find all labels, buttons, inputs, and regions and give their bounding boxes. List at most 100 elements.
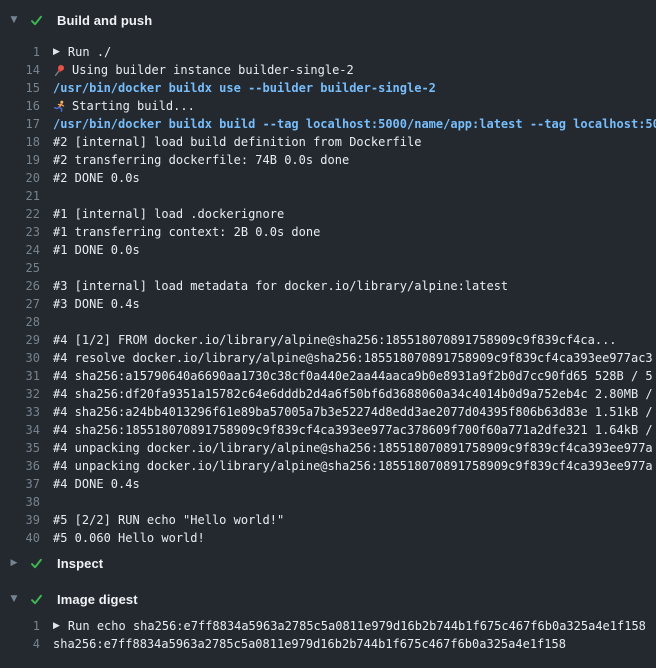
line-number-link[interactable]: 14 [0, 61, 40, 79]
line-number-link[interactable]: 25 [0, 259, 40, 277]
line-number-link[interactable]: 27 [0, 295, 40, 313]
line-number-link[interactable]: 40 [0, 529, 40, 547]
log-text: #1 DONE 0.0s [53, 241, 656, 259]
log-line: 40 #5 0.060 Hello world! [0, 529, 656, 547]
log-line: 16 Starting build... [0, 97, 656, 115]
log-text: #2 [internal] load build definition from… [53, 133, 656, 151]
log-text: #4 sha256:df20fa9351a15782c64e6dddb2d4a6… [53, 385, 656, 403]
line-number-link[interactable]: 31 [0, 367, 40, 385]
log-text: sha256:e7ff8834a5963a2785c5a0811e979d16b… [53, 635, 656, 653]
log-line: 32 #4 sha256:df20fa9351a15782c64e6dddb2d4… [0, 385, 656, 403]
log-text: #4 resolve docker.io/library/alpine@sha2… [53, 349, 656, 367]
log-line: 1 ▶Run echo sha256:e7ff8834a5963a2785c5a0… [0, 617, 656, 635]
log-text: Starting build... [53, 97, 656, 115]
log-line: 21 [0, 187, 656, 205]
line-number-link[interactable]: 20 [0, 169, 40, 187]
log-text: #2 transferring dockerfile: 74B 0.0s don… [53, 151, 656, 169]
log-line: 23 #1 transferring context: 2B 0.0s done [0, 223, 656, 241]
log-line: 14 Using builder instance builder-single-… [0, 61, 656, 79]
log-text: #4 unpacking docker.io/library/alpine@sh… [53, 457, 656, 475]
section-header-build-and-push[interactable]: ▼ Build and push [0, 10, 656, 30]
log-line: 27 #3 DONE 0.4s [0, 295, 656, 313]
check-success-icon [29, 556, 44, 571]
log-text: #4 DONE 0.4s [53, 475, 656, 493]
log-text: #4 sha256:a15790640a6690aa1730c38cf0a440… [53, 367, 656, 385]
log-text: #1 transferring context: 2B 0.0s done [53, 223, 656, 241]
log-line: 4 sha256:e7ff8834a5963a2785c5a0811e979d16… [0, 635, 656, 653]
log-line: 24 #1 DONE 0.0s [0, 241, 656, 259]
log-line: 34#4 sha256:185518070891758909c9f839cf4c… [0, 421, 656, 439]
log-line: 36 #4 unpacking docker.io/library/alpine@… [0, 457, 656, 475]
log-line: 31 #4 sha256:a15790640a6690aa1730c38cf0a4… [0, 367, 656, 385]
log-text: #4 sha256:a24bb4013296f61e89ba57005a7b3e… [53, 403, 656, 421]
line-number-link[interactable]: 4 [0, 635, 40, 653]
expand-run-group-icon[interactable]: ▶ [53, 617, 60, 635]
log-text: #4 unpacking docker.io/library/alpine@sh… [53, 439, 656, 457]
log-line: 1 ▶Run ./ [0, 43, 656, 61]
log-text: #3 DONE 0.4s [53, 295, 656, 313]
log-text: #3 [internal] load metadata for docker.i… [53, 277, 656, 295]
log-text: #1 [internal] load .dockerignore [53, 205, 656, 223]
line-number-link[interactable]: 17 [0, 115, 40, 133]
line-number-link[interactable]: 32 [0, 385, 40, 403]
log-text: Using builder instance builder-single-2 [53, 61, 656, 79]
line-number-link[interactable]: 36 [0, 457, 40, 475]
line-number-link[interactable]: 23 [0, 223, 40, 241]
line-number-link[interactable]: 34 [0, 421, 40, 439]
log-line: 28 [0, 313, 656, 331]
chevron-down-icon: ▼ [8, 10, 20, 30]
log-line: 18 #2 [internal] load build definition fr… [0, 133, 656, 151]
expand-run-group-icon[interactable]: ▶ [53, 43, 60, 61]
line-number-link[interactable]: 38 [0, 493, 40, 511]
section-title-build-and-push: Build and push [57, 13, 152, 28]
github-actions-log: { "colors": { "background": "#24292f", "… [0, 10, 656, 668]
line-number-link[interactable]: 1 [0, 43, 40, 61]
check-success-icon [29, 592, 44, 607]
line-number-link[interactable]: 26 [0, 277, 40, 295]
line-number-link[interactable]: 1 [0, 617, 40, 635]
pushpin-icon [53, 64, 66, 77]
line-number-link[interactable]: 22 [0, 205, 40, 223]
log-text: #4 [1/2] FROM docker.io/library/alpine@s… [53, 331, 656, 349]
section-title-inspect: Inspect [57, 556, 103, 571]
line-number-link[interactable]: 37 [0, 475, 40, 493]
section-header-inspect[interactable]: ▶ Inspect [0, 553, 656, 573]
log-line: 19 #2 transferring dockerfile: 74B 0.0s d… [0, 151, 656, 169]
runner-icon [53, 100, 66, 113]
log-line: 25 [0, 259, 656, 277]
log-text: #5 [2/2] RUN echo "Hello world!" [53, 511, 656, 529]
log-text: ▶Run echo sha256:e7ff8834a5963a2785c5a08… [53, 617, 656, 635]
line-number-link[interactable]: 21 [0, 187, 40, 205]
log-line: 15/usr/bin/docker buildx use --builder b… [0, 79, 656, 97]
log-line: 30 #4 resolve docker.io/library/alpine@sh… [0, 349, 656, 367]
line-number-link[interactable]: 28 [0, 313, 40, 331]
line-number-link[interactable]: 35 [0, 439, 40, 457]
log-text: #2 DONE 0.0s [53, 169, 656, 187]
chevron-down-icon: ▼ [8, 589, 20, 609]
log-line: 22 #1 [internal] load .dockerignore [0, 205, 656, 223]
command-log-text: /usr/bin/docker buildx build --tag local… [53, 115, 656, 133]
line-number-link[interactable]: 33 [0, 403, 40, 421]
log-line: 37 #4 DONE 0.4s [0, 475, 656, 493]
line-number-link[interactable]: 18 [0, 133, 40, 151]
log-text: #5 0.060 Hello world! [53, 529, 656, 547]
line-number-link[interactable]: 39 [0, 511, 40, 529]
chevron-right-icon: ▶ [8, 553, 20, 573]
command-log-text: /usr/bin/docker buildx use --builder bui… [53, 79, 656, 97]
log-line: 33 #4 sha256:a24bb4013296f61e89ba57005a7b… [0, 403, 656, 421]
log-line: 35 #4 unpacking docker.io/library/alpine@… [0, 439, 656, 457]
log-line: 26 #3 [internal] load metadata for docker… [0, 277, 656, 295]
line-number-link[interactable]: 16 [0, 97, 40, 115]
check-success-icon [29, 13, 44, 28]
log-line: 38 [0, 493, 656, 511]
line-number-link[interactable]: 29 [0, 331, 40, 349]
log-line: 20 #2 DONE 0.0s [0, 169, 656, 187]
image-digest-log: 1 ▶Run echo sha256:e7ff8834a5963a2785c5a0… [0, 617, 656, 653]
line-number-link[interactable]: 15 [0, 79, 40, 97]
line-number-link[interactable]: 30 [0, 349, 40, 367]
log-text: ▶Run ./ [53, 43, 656, 61]
line-number-link[interactable]: 19 [0, 151, 40, 169]
line-number-link[interactable]: 24 [0, 241, 40, 259]
build-and-push-log: 1 ▶Run ./ 14 Using builder instance builder… [0, 43, 656, 547]
section-header-image-digest[interactable]: ▼ Image digest [0, 589, 656, 609]
